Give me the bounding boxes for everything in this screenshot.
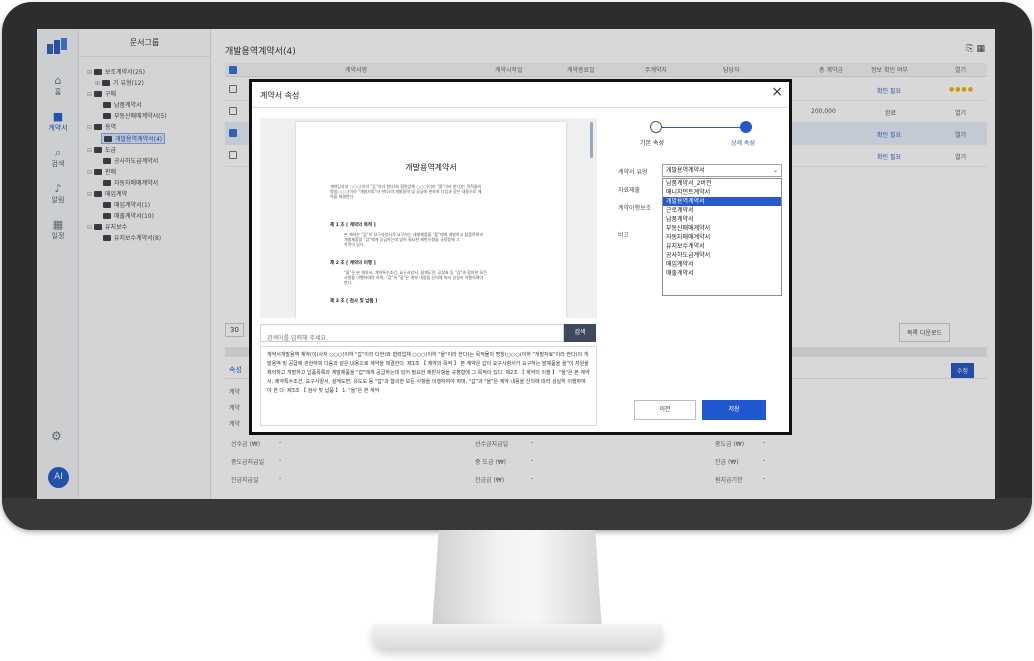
search-input[interactable] xyxy=(261,330,563,347)
field-label: 계약이행보조 xyxy=(618,205,652,212)
step-basic-label: 기본 속성 xyxy=(640,140,664,147)
preview-page: 개발용역계약서 계약당사자 ○○○(이하 "갑"이라 한다)와 협력업체 ○○○… xyxy=(296,122,566,318)
step-basic-dot[interactable] xyxy=(650,121,662,133)
dropdown-option[interactable]: 납품계약서_2버전 xyxy=(663,179,781,188)
step-detail-label: 상세 속성 xyxy=(731,140,755,147)
step-detail-dot[interactable] xyxy=(740,121,752,133)
preview-text-line: "을"은 본 계약서, 계약특수조건, 요구사양서, 설계도면, 공정표 등 "… xyxy=(344,270,487,285)
dropdown-option[interactable]: 매입계약서 xyxy=(663,260,781,269)
document-preview[interactable]: 개발용역계약서 계약당사자 ○○○(이하 "갑"이라 한다)와 협력업체 ○○○… xyxy=(260,118,597,318)
monitor-stand-base xyxy=(372,624,662,648)
preview-scrollbar[interactable] xyxy=(590,122,593,158)
dropdown-option-selected[interactable]: 개발용역계약서 xyxy=(663,197,781,206)
chevron-down-icon: ⌄ xyxy=(772,167,778,174)
dropdown-option[interactable]: 납품계약서 xyxy=(663,215,781,224)
app-screen: ⌂ 홈 ■ 계약서 ⌕ 검색 ♪ 알림 ▦ 일정 ⚙ AI 문서그룹 ⊞ 보조계… xyxy=(37,29,995,499)
preview-text-line: 계약당사자 ○○○(이하 "갑"이라 한다)와 협력업체 ○○○(이하 "을"이… xyxy=(330,184,482,199)
previous-button[interactable]: 이전 xyxy=(634,400,696,420)
contract-type-dropdown: 납품계약서_2버전 매니지먼트계약서 개발용역계약서 근로계약서 납품계약서 부… xyxy=(662,178,782,296)
preview-text-line: 본 계약은 "갑"이 요구사양서가 요구하는 개발제품을 "을"에게 개발하고 … xyxy=(344,232,483,247)
monitor-chin xyxy=(2,498,1032,530)
preview-section-heading: 제 3 조 [ 검사 및 납품 ] xyxy=(330,299,378,304)
preview-section-heading: 제 1 조 [ 계약의 목적 ] xyxy=(330,223,376,228)
dropdown-option[interactable]: 매출계약서 xyxy=(663,269,781,278)
dialog-title: 계약서 속성 xyxy=(260,91,300,100)
dialog-divider xyxy=(252,107,789,108)
dropdown-option[interactable]: 부동산매매계약서 xyxy=(663,224,781,233)
search-button[interactable]: 검색 xyxy=(564,324,596,342)
contract-type-select[interactable]: 개발용역계약서 ⌄ xyxy=(662,164,782,177)
field-label: 계약서 유형 xyxy=(618,169,648,176)
dropdown-option[interactable]: 매니지먼트계약서 xyxy=(663,188,781,197)
monitor-stand-neck xyxy=(432,530,602,630)
dropdown-option[interactable]: 자동차매매계약서 xyxy=(663,233,781,242)
field-label: 비고 xyxy=(618,232,630,239)
extracted-text-box[interactable]: 계약서개발용역 계약(이)사자 ○○○(이하 "갑"이라 다한)와 협력업체 ○… xyxy=(260,346,597,426)
search-field[interactable] xyxy=(260,324,564,347)
dropdown-option[interactable]: 유지보수계약서 xyxy=(663,242,781,251)
preview-section-heading: 제 2 조 [ 계약의 이행 ] xyxy=(330,261,376,266)
preview-doc-title: 개발용역계약서 xyxy=(405,163,457,172)
dropdown-option[interactable]: 공사하도급계약서 xyxy=(663,251,781,260)
close-icon[interactable]: × xyxy=(771,85,783,99)
contract-properties-dialog: 계약서 속성 × 개발용역계약서 계약당사자 ○○○(이하 "갑"이라 한다)와… xyxy=(249,79,792,435)
stage: ⌂ 홈 ■ 계약서 ⌕ 검색 ♪ 알림 ▦ 일정 ⚙ AI 문서그룹 ⊞ 보조계… xyxy=(0,0,1034,661)
stepper-line xyxy=(657,127,745,128)
field-label: 자료제출 xyxy=(618,187,641,194)
save-button[interactable]: 저장 xyxy=(702,400,766,420)
dropdown-option[interactable]: 근로계약서 xyxy=(663,206,781,215)
